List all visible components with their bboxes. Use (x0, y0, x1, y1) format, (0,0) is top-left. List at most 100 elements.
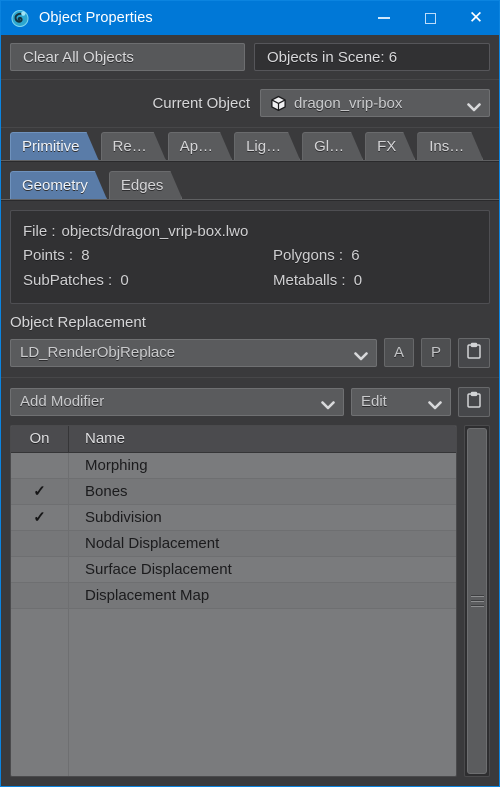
object-replacement-title: Object Replacement (10, 313, 146, 331)
row-checkbox[interactable] (11, 530, 69, 556)
grip-line (470, 594, 484, 597)
add-modifier-dropdown[interactable]: Add Modifier (10, 387, 344, 416)
title-bar: Object Properties ✕ (1, 1, 499, 35)
chevron-down-icon (467, 99, 481, 111)
metaballs-stat: Metaballs : 0 (273, 269, 477, 293)
points-value: 8 (81, 247, 90, 265)
tab-fx[interactable]: FX (365, 132, 415, 160)
modifier-list-wrap: On Name Morphing ✓ Bones ✓ Subdivision N… (1, 424, 499, 786)
row-checkbox[interactable]: ✓ (11, 504, 69, 530)
subpatches-label: SubPatches : (23, 271, 113, 289)
row-name: Subdivision (85, 508, 162, 526)
current-object-row: Current Object dragon_vrip-box (1, 80, 499, 127)
tab-re[interactable]: Re… (101, 132, 166, 160)
grip-line (470, 599, 484, 602)
close-icon: ✕ (468, 8, 484, 28)
column-header-name: Name (85, 430, 126, 448)
points-label: Points : (23, 247, 74, 265)
tab-ap[interactable]: Ap… (168, 132, 232, 160)
empty-name-column (69, 609, 456, 776)
modifier-clipboard-button[interactable] (458, 386, 490, 417)
row-name: Displacement Map (85, 586, 210, 604)
subtab-geometry[interactable]: Geometry (10, 171, 107, 199)
object-properties-window: Object Properties ✕ Clear All Objects Ob… (0, 0, 500, 787)
top-action-row: Clear All Objects Objects in Scene: 6 (1, 35, 499, 79)
cube-icon (270, 95, 287, 112)
main-tab-strip: Primitive Re… Ap… Lig… Gl… FX Ins… (1, 128, 499, 160)
properties-replacement-button[interactable]: P (421, 338, 451, 368)
info-points-line: Points : 8 Polygons : 6 (23, 244, 477, 268)
add-replacement-button[interactable]: A (384, 338, 414, 368)
tab-gl[interactable]: Gl… (302, 132, 363, 160)
chevron-down-icon (428, 397, 442, 410)
objects-in-scene-field: Objects in Scene: 6 (254, 43, 490, 71)
table-row[interactable]: Displacement Map (11, 582, 456, 609)
row-name: Surface Displacement (85, 560, 232, 578)
table-row[interactable]: Morphing (11, 452, 456, 479)
current-object-value: dragon_vrip-box (294, 94, 403, 112)
tab-primitive[interactable]: Primitive (10, 132, 99, 160)
minimize-button[interactable] (361, 1, 407, 35)
modifier-toolbar: Add Modifier Edit (1, 378, 499, 425)
tab-lig[interactable]: Lig… (234, 132, 300, 160)
object-replacement-controls: LD_RenderObjReplace A P (10, 337, 490, 368)
current-object-dropdown[interactable]: dragon_vrip-box (260, 89, 490, 117)
maximize-button[interactable] (407, 1, 453, 35)
column-header-on: On (11, 425, 69, 452)
subpatches-value: 0 (120, 271, 129, 289)
metaballs-label: Metaballs : (273, 271, 346, 289)
object-replacement-clipboard-button[interactable] (458, 337, 490, 368)
sub-tab-strip: Geometry Edges (1, 162, 499, 199)
maximize-icon (424, 12, 436, 24)
info-file-line: File : objects/dragon_vrip-box.lwo (23, 220, 477, 244)
row-name: Morphing (85, 456, 148, 474)
table-row[interactable]: Nodal Displacement (11, 530, 456, 557)
window-title: Object Properties (39, 10, 153, 26)
row-name: Bones (85, 482, 128, 500)
clipboard-icon (466, 342, 482, 364)
row-name: Nodal Displacement (85, 534, 220, 552)
chevron-down-icon (321, 397, 335, 410)
row-checkbox[interactable] (11, 556, 69, 582)
lightwave-swirl-icon (10, 8, 30, 28)
modifier-list-header: On Name (11, 425, 456, 453)
grip-line (470, 604, 484, 607)
window-controls: ✕ (361, 1, 499, 35)
modifier-list-body: Morphing ✓ Bones ✓ Subdivision Nodal Dis… (11, 452, 456, 776)
minimize-icon (378, 17, 390, 19)
tab-ins[interactable]: Ins… (417, 132, 483, 160)
clear-all-objects-button[interactable]: Clear All Objects (10, 43, 245, 71)
polygons-value: 6 (351, 247, 360, 265)
points-stat: Points : 8 (23, 244, 273, 268)
object-replacement-section: Object Replacement LD_RenderObjReplace A… (1, 304, 499, 377)
edit-modifier-value: Edit (361, 393, 387, 411)
current-object-label: Current Object (152, 94, 250, 112)
geometry-info-box: File : objects/dragon_vrip-box.lwo Point… (10, 210, 490, 304)
row-checkbox[interactable]: ✓ (11, 478, 69, 504)
metaballs-value: 0 (353, 271, 363, 289)
clipboard-icon (466, 391, 482, 413)
object-replacement-dropdown[interactable]: LD_RenderObjReplace (10, 338, 377, 367)
table-row[interactable]: ✓ Subdivision (11, 504, 456, 531)
row-checkbox[interactable] (11, 452, 69, 478)
row-checkbox[interactable] (11, 582, 69, 608)
modifier-list[interactable]: On Name Morphing ✓ Bones ✓ Subdivision N… (10, 424, 457, 777)
chevron-down-icon (354, 348, 368, 361)
vertical-scrollbar[interactable] (464, 424, 490, 777)
scrollbar-thumb[interactable] (467, 427, 487, 774)
geometry-info-wrap: File : objects/dragon_vrip-box.lwo Point… (1, 201, 499, 304)
subpatches-stat: SubPatches : 0 (23, 269, 273, 293)
edit-modifier-dropdown[interactable]: Edit (351, 387, 451, 416)
polygons-stat: Polygons : 6 (273, 244, 477, 268)
file-value: objects/dragon_vrip-box.lwo (61, 223, 249, 240)
subtab-edges[interactable]: Edges (109, 171, 183, 199)
object-replacement-value: LD_RenderObjReplace (20, 344, 176, 362)
info-subpatches-line: SubPatches : 0 Metaballs : 0 (23, 269, 477, 293)
table-row[interactable]: Surface Displacement (11, 556, 456, 583)
modifier-list-empty-area[interactable] (11, 608, 456, 776)
file-label: File : (23, 223, 56, 240)
add-modifier-value: Add Modifier (20, 393, 105, 411)
close-button[interactable]: ✕ (453, 1, 499, 35)
empty-on-column (11, 608, 69, 776)
table-row[interactable]: ✓ Bones (11, 478, 456, 505)
